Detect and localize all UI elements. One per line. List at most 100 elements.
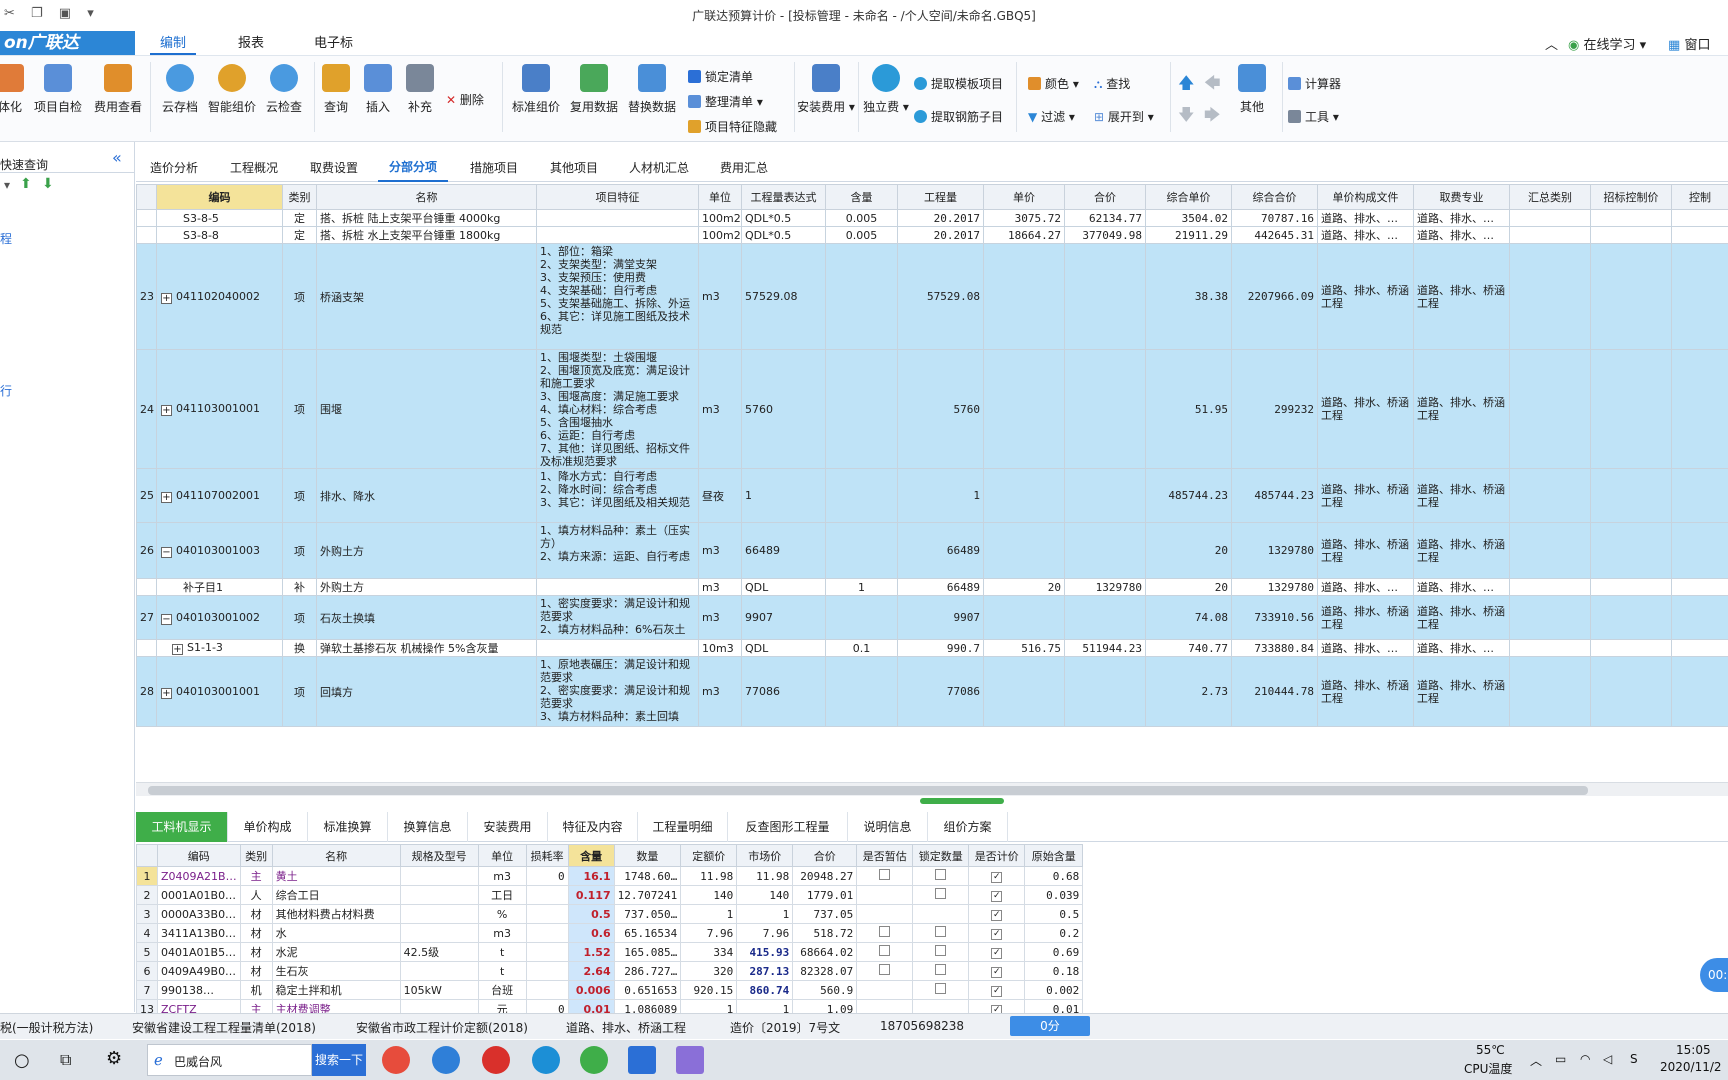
cell-type[interactable]: 补 [282,578,317,596]
detail-cell-code[interactable]: 0409A49B0… [157,961,241,981]
cell-feature[interactable] [536,639,699,657]
cell-utotal[interactable]: 1329780 [1231,522,1318,579]
cell-rownum[interactable] [136,639,157,657]
cell-total[interactable]: 511944.23 [1064,639,1146,657]
tab-reverse-check-graphics[interactable]: 反查图形工程量 [728,812,848,842]
cell-major[interactable]: 道路、排水、… [1413,639,1510,657]
smart-pricing-button[interactable]: 智能组价 [202,64,262,115]
calculator-button[interactable]: 计算器 [1288,75,1341,92]
detail-cell-priced[interactable]: ✓ [968,923,1026,943]
detail-cell-lock[interactable] [912,885,970,905]
name-header[interactable]: 名称 [316,184,537,210]
cell-summary[interactable] [1509,595,1591,640]
detail-cell-rownum[interactable]: 7 [136,980,158,1000]
cell-qty[interactable]: 57529.08 [897,243,984,350]
detail-cell-est[interactable] [856,866,914,886]
expand-icon[interactable]: + [161,405,172,416]
detail-cell-spec[interactable]: 105kW [399,980,479,1000]
detail-cell-loss[interactable] [525,923,569,943]
cell-code[interactable]: −040103001002 [156,595,283,640]
move-left-icon[interactable]: 🡄 [1204,72,1221,99]
cell-control[interactable] [1671,468,1728,523]
detail-cell-spec[interactable] [399,961,479,981]
cell-unit[interactable]: m3 [698,243,742,350]
task-view-icon[interactable]: ⧉ [60,1050,71,1070]
detail-cell-lock[interactable] [912,904,970,924]
detail-cell-priced[interactable]: ✓ [968,961,1026,981]
find-button[interactable]: ⛬ 查找 [1094,75,1130,92]
detail-cell-base[interactable]: 7.96 [680,923,738,943]
detail-cell-market[interactable]: 140 [736,885,794,905]
detail-priced-header[interactable]: 是否计价 [968,844,1026,867]
detail-spec-header[interactable]: 规格及型号 [399,844,479,867]
detail-cell-base[interactable]: 11.98 [680,866,738,886]
cell-utotal[interactable]: 2207966.09 [1231,243,1318,350]
menu-tab-edit[interactable]: 编制 [150,33,197,55]
cell-rownum[interactable]: 23 [136,243,157,350]
cell-feature[interactable]: 1、原地表碾压：满足设计和规范要求 2、密实度要求：满足设计和规范要求 3、填方材料… [536,656,699,727]
cell-file[interactable]: 道路、排水、… [1317,209,1414,227]
cell-expr[interactable]: QDL [741,639,826,657]
cell-rownum[interactable]: 27 [136,595,157,640]
cell-feature[interactable] [536,578,699,596]
table-row[interactable]: 23 +041102040002 项桥涵支架 1、部位：箱梁 2、支架类型：满堂支架 3、… [136,243,1728,350]
tray-network-icon[interactable]: ▭ [1555,1052,1566,1066]
utotal-header[interactable]: 综合合价 [1231,184,1318,210]
cell-type[interactable]: 定 [282,209,317,227]
detail-cell-spec[interactable] [399,904,479,924]
tab-pricing-scheme[interactable]: 组价方案 [928,812,1008,842]
detail-cell-total[interactable]: 560.9 [792,980,858,1000]
cell-summary[interactable] [1509,656,1591,727]
checkbox[interactable]: ✓ [991,929,1003,940]
browser-icon[interactable] [532,1046,560,1074]
cell-type[interactable]: 项 [282,656,317,727]
detail-cell-total[interactable]: 518.72 [792,923,858,943]
tab-install-fee[interactable]: 安装费用 [468,812,548,842]
cell-code[interactable]: +041103001001 [156,349,283,469]
online-learning-button[interactable]: ◉ 在线学习 ▾ [1568,34,1646,53]
cell-uprice[interactable]: 2.73 [1145,656,1232,727]
tray-app-icon[interactable]: S [1630,1052,1638,1066]
tab-fee-settings[interactable]: 取费设置 [310,159,358,176]
uprice-header[interactable]: 综合单价 [1145,184,1232,210]
cell-expr[interactable]: QDL*0.5 [741,209,826,227]
detail-cell-name[interactable]: 综合工日 [271,885,401,905]
detail-cell-total[interactable]: 737.05 [792,904,858,924]
cell-file[interactable]: 道路、排水、桥涵工程 [1317,522,1414,579]
detail-cell-qty[interactable]: 1748.60… [613,866,682,886]
detail-cell-code[interactable]: 990138… [157,980,241,1000]
detail-cell-orig[interactable]: 0.5 [1024,904,1084,924]
detail-cell-lock[interactable] [912,923,970,943]
cell-name[interactable]: 围堰 [316,349,537,469]
cell-qty[interactable]: 20.2017 [897,226,984,244]
cell-bid-control[interactable] [1590,468,1672,523]
cell-price[interactable]: 3075.72 [983,209,1065,227]
detail-cell-content[interactable]: 2.64 [567,961,615,981]
cell-file[interactable]: 道路、排水、… [1317,578,1414,596]
reuse-data-button[interactable]: 复用数据 [564,64,624,115]
cell-code[interactable]: S3-8-5 [156,209,283,227]
cell-expr[interactable]: QDL*0.5 [741,226,826,244]
detail-cell-spec[interactable] [399,923,479,943]
delete-button[interactable]: ✕ 删除 [446,91,484,108]
cell-content[interactable] [825,468,898,523]
cloud-archive-button[interactable]: 云存档 [150,64,210,115]
cell-bid-control[interactable] [1590,226,1672,244]
cell-control[interactable] [1671,522,1728,579]
cell-summary[interactable] [1509,349,1591,469]
detail-cell-type[interactable]: 材 [239,942,273,962]
cell-qty[interactable]: 66489 [897,522,984,579]
file-header[interactable]: 单价构成文件 [1317,184,1414,210]
cell-type[interactable]: 项 [282,468,317,523]
cell-total[interactable] [1064,522,1146,579]
cell-control[interactable] [1671,595,1728,640]
standard-pricing-button[interactable]: 标准组价 [506,64,566,115]
detail-cell-orig[interactable]: 0.69 [1024,942,1084,962]
detail-cell-rownum[interactable]: 4 [136,923,158,943]
cell-rownum[interactable] [136,578,157,596]
detail-cell-market[interactable]: 7.96 [736,923,794,943]
cell-type[interactable]: 项 [282,243,317,350]
cell-rownum[interactable]: 26 [136,522,157,579]
cell-control[interactable] [1671,243,1728,350]
summary-header[interactable]: 汇总类别 [1509,184,1591,210]
